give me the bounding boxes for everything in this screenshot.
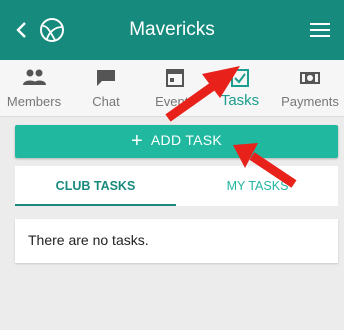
tab-tasks[interactable]: Tasks (206, 60, 274, 116)
tab-label: Payments (281, 94, 339, 109)
add-task-button[interactable]: + ADD TASK (15, 125, 338, 158)
tab-events[interactable]: Events (141, 60, 209, 116)
payments-icon (300, 72, 320, 84)
empty-state-message: There are no tasks. (28, 232, 149, 248)
page-title: Mavericks (129, 19, 215, 40)
app-bar: Mavericks (0, 0, 344, 60)
tab-label: Members (6, 94, 62, 109)
tab-label: Tasks (220, 92, 260, 109)
main-tab-bar: Members Chat Events Tasks Payments (0, 60, 344, 117)
tab-members[interactable]: Members (0, 60, 68, 116)
add-task-label: ADD TASK (150, 132, 223, 148)
tab-label: Events (155, 94, 195, 109)
plus-icon: + (130, 130, 143, 152)
calendar-icon (166, 69, 184, 87)
tab-chat[interactable]: Chat (72, 60, 140, 116)
members-icon (23, 69, 46, 85)
checkbox-icon (231, 69, 249, 87)
task-subtabs: CLUB TASKS MY TASKS (15, 166, 338, 206)
tab-payments[interactable]: Payments (276, 60, 344, 116)
tab-label: Chat (92, 94, 120, 109)
task-list: There are no tasks. (15, 219, 338, 263)
tab-my-tasks[interactable]: MY TASKS (177, 166, 338, 206)
chat-icon (97, 70, 115, 86)
tab-club-tasks[interactable]: CLUB TASKS (15, 166, 176, 206)
hamburger-menu-icon[interactable] (308, 20, 332, 40)
